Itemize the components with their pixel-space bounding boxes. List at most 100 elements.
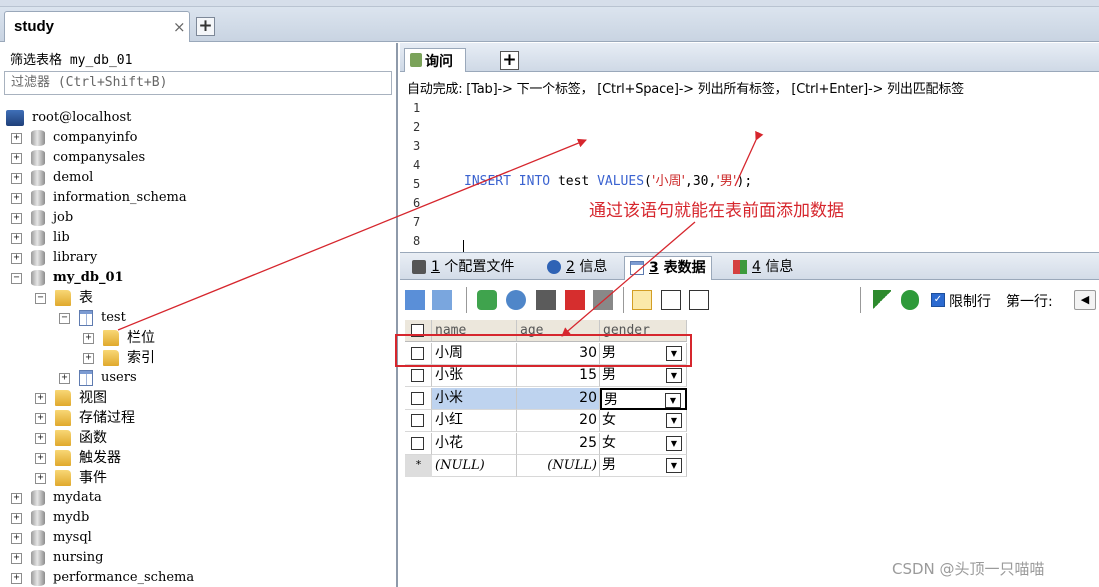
tree-folder-columns[interactable]: + 栏位: [83, 328, 155, 348]
filter-input[interactable]: 过滤器 (Ctrl+Shift+B): [4, 71, 392, 95]
cell-name[interactable]: 小米: [432, 387, 517, 410]
cell-age[interactable]: 20: [517, 387, 600, 410]
chevron-down-icon[interactable]: ▼: [666, 413, 682, 428]
chevron-down-icon[interactable]: ▼: [666, 458, 682, 473]
limit-rows-checkbox[interactable]: ✓: [931, 293, 945, 307]
expand-icon[interactable]: +: [83, 332, 94, 344]
cell-name[interactable]: (NULL): [432, 455, 517, 477]
expand-icon[interactable]: +: [11, 252, 22, 264]
expand-icon[interactable]: +: [11, 212, 22, 224]
row-checkbox[interactable]: [411, 391, 424, 405]
expand-icon[interactable]: +: [35, 472, 46, 484]
tree-folder[interactable]: + 事件: [35, 468, 107, 488]
row-select-cell[interactable]: [405, 432, 432, 455]
row-select-cell[interactable]: [405, 365, 432, 387]
tree-folder-tables[interactable]: − 表: [35, 288, 93, 308]
expand-icon[interactable]: +: [11, 232, 22, 244]
expand-icon[interactable]: +: [11, 152, 22, 164]
new-connection-tab-button[interactable]: +: [196, 17, 215, 36]
expand-icon[interactable]: +: [35, 432, 46, 444]
tree-item-database[interactable]: + job: [11, 208, 73, 228]
tree-item-database[interactable]: + nursing: [11, 548, 103, 568]
expand-icon[interactable]: +: [11, 552, 22, 564]
disk-icon[interactable]: [536, 290, 556, 310]
row-checkbox[interactable]: [411, 369, 424, 382]
collapse-icon[interactable]: −: [11, 272, 22, 284]
expand-icon[interactable]: +: [83, 352, 94, 364]
cell-age[interactable]: 20: [517, 410, 600, 432]
tab-table-data[interactable]: 3 表数据: [624, 256, 712, 280]
expand-icon[interactable]: +: [35, 452, 46, 464]
duplicate-row-icon[interactable]: [432, 290, 452, 310]
expand-icon[interactable]: +: [11, 512, 22, 524]
refresh-icon[interactable]: [506, 290, 526, 310]
tree-folder[interactable]: + 存储过程: [35, 408, 135, 428]
reset-filter-icon[interactable]: [901, 290, 919, 310]
delete-icon[interactable]: [565, 290, 585, 310]
cell-age[interactable]: 15: [517, 365, 600, 387]
save-icon[interactable]: [477, 290, 497, 310]
table-row[interactable]: 小米 20 男 ▼: [405, 387, 687, 410]
sql-statement[interactable]: INSERT INTO test VALUES('小周',30,'男');: [464, 170, 752, 189]
tree-item-database[interactable]: + mydata: [11, 488, 102, 508]
table-row[interactable]: 小张 15 男 ▼: [405, 365, 687, 387]
tree-item-database[interactable]: − my_db_01: [11, 268, 124, 288]
cell-age[interactable]: (NULL): [517, 455, 600, 477]
tab-query[interactable]: 询问: [404, 48, 466, 72]
row-checkbox[interactable]: [411, 414, 424, 427]
tree-item-database[interactable]: + companyinfo: [11, 128, 137, 148]
row-checkbox[interactable]: [411, 436, 424, 450]
cell-gender[interactable]: 男 ▼: [600, 387, 687, 410]
cell-gender[interactable]: 女 ▼: [600, 432, 687, 455]
chevron-down-icon[interactable]: ▼: [666, 368, 682, 383]
tree-item-database[interactable]: + information_schema: [11, 188, 187, 208]
tree-folder[interactable]: + 视图: [35, 388, 107, 408]
cell-name[interactable]: 小花: [432, 432, 517, 455]
tree-folder[interactable]: + 触发器: [35, 448, 121, 468]
tree-folder[interactable]: + 函数: [35, 428, 107, 448]
tree-item-database[interactable]: + library: [11, 248, 97, 268]
tab-profiles[interactable]: 1 个配置文件: [412, 256, 514, 280]
row-select-cell[interactable]: [405, 387, 432, 410]
expand-icon[interactable]: +: [59, 372, 70, 384]
tree-item-database[interactable]: + lib: [11, 228, 70, 248]
new-query-tab-button[interactable]: +: [500, 51, 519, 70]
tree-root-connection[interactable]: root@localhost: [6, 108, 131, 128]
insert-row-icon[interactable]: [405, 290, 425, 310]
cell-age[interactable]: 25: [517, 432, 600, 455]
tree-item-table[interactable]: + users: [59, 368, 137, 388]
expand-icon[interactable]: +: [35, 412, 46, 424]
cancel-icon[interactable]: [593, 290, 613, 310]
tree-item-table[interactable]: − test: [59, 308, 126, 328]
expand-icon[interactable]: +: [11, 492, 22, 504]
grid-view-icon[interactable]: [632, 290, 652, 310]
table-row[interactable]: 小花 25 女 ▼: [405, 432, 687, 455]
expand-icon[interactable]: +: [11, 132, 22, 144]
new-row[interactable]: * (NULL) (NULL) 男 ▼: [405, 455, 687, 477]
expand-icon[interactable]: +: [11, 192, 22, 204]
chevron-down-icon[interactable]: ▼: [665, 392, 681, 408]
tree-item-database[interactable]: + companysales: [11, 148, 145, 168]
tree-item-database[interactable]: + mysql: [11, 528, 92, 548]
cell-gender[interactable]: 女 ▼: [600, 410, 687, 432]
tab-study[interactable]: study ×: [4, 11, 190, 42]
cell-gender[interactable]: 男 ▼: [600, 365, 687, 387]
tree-item-database[interactable]: + mydb: [11, 508, 89, 528]
table-row[interactable]: 小红 20 女 ▼: [405, 410, 687, 432]
cell-name[interactable]: 小张: [432, 365, 517, 387]
expand-icon[interactable]: +: [11, 172, 22, 184]
collapse-icon[interactable]: −: [35, 292, 46, 304]
cell-gender[interactable]: 男 ▼: [600, 455, 687, 477]
expand-icon[interactable]: +: [11, 572, 22, 584]
close-icon[interactable]: ×: [173, 18, 186, 36]
tree-folder-indexes[interactable]: + 索引: [83, 348, 155, 368]
expand-icon[interactable]: +: [11, 532, 22, 544]
tree-item-database[interactable]: + performance_schema: [11, 568, 194, 587]
collapse-icon[interactable]: −: [59, 312, 70, 324]
previous-page-button[interactable]: ◀: [1074, 290, 1096, 310]
chevron-down-icon[interactable]: ▼: [666, 435, 682, 451]
text-view-icon[interactable]: [689, 290, 709, 310]
cell-name[interactable]: 小红: [432, 410, 517, 432]
form-view-icon[interactable]: [661, 290, 681, 310]
tab-info-2[interactable]: 4 信息: [733, 256, 793, 280]
